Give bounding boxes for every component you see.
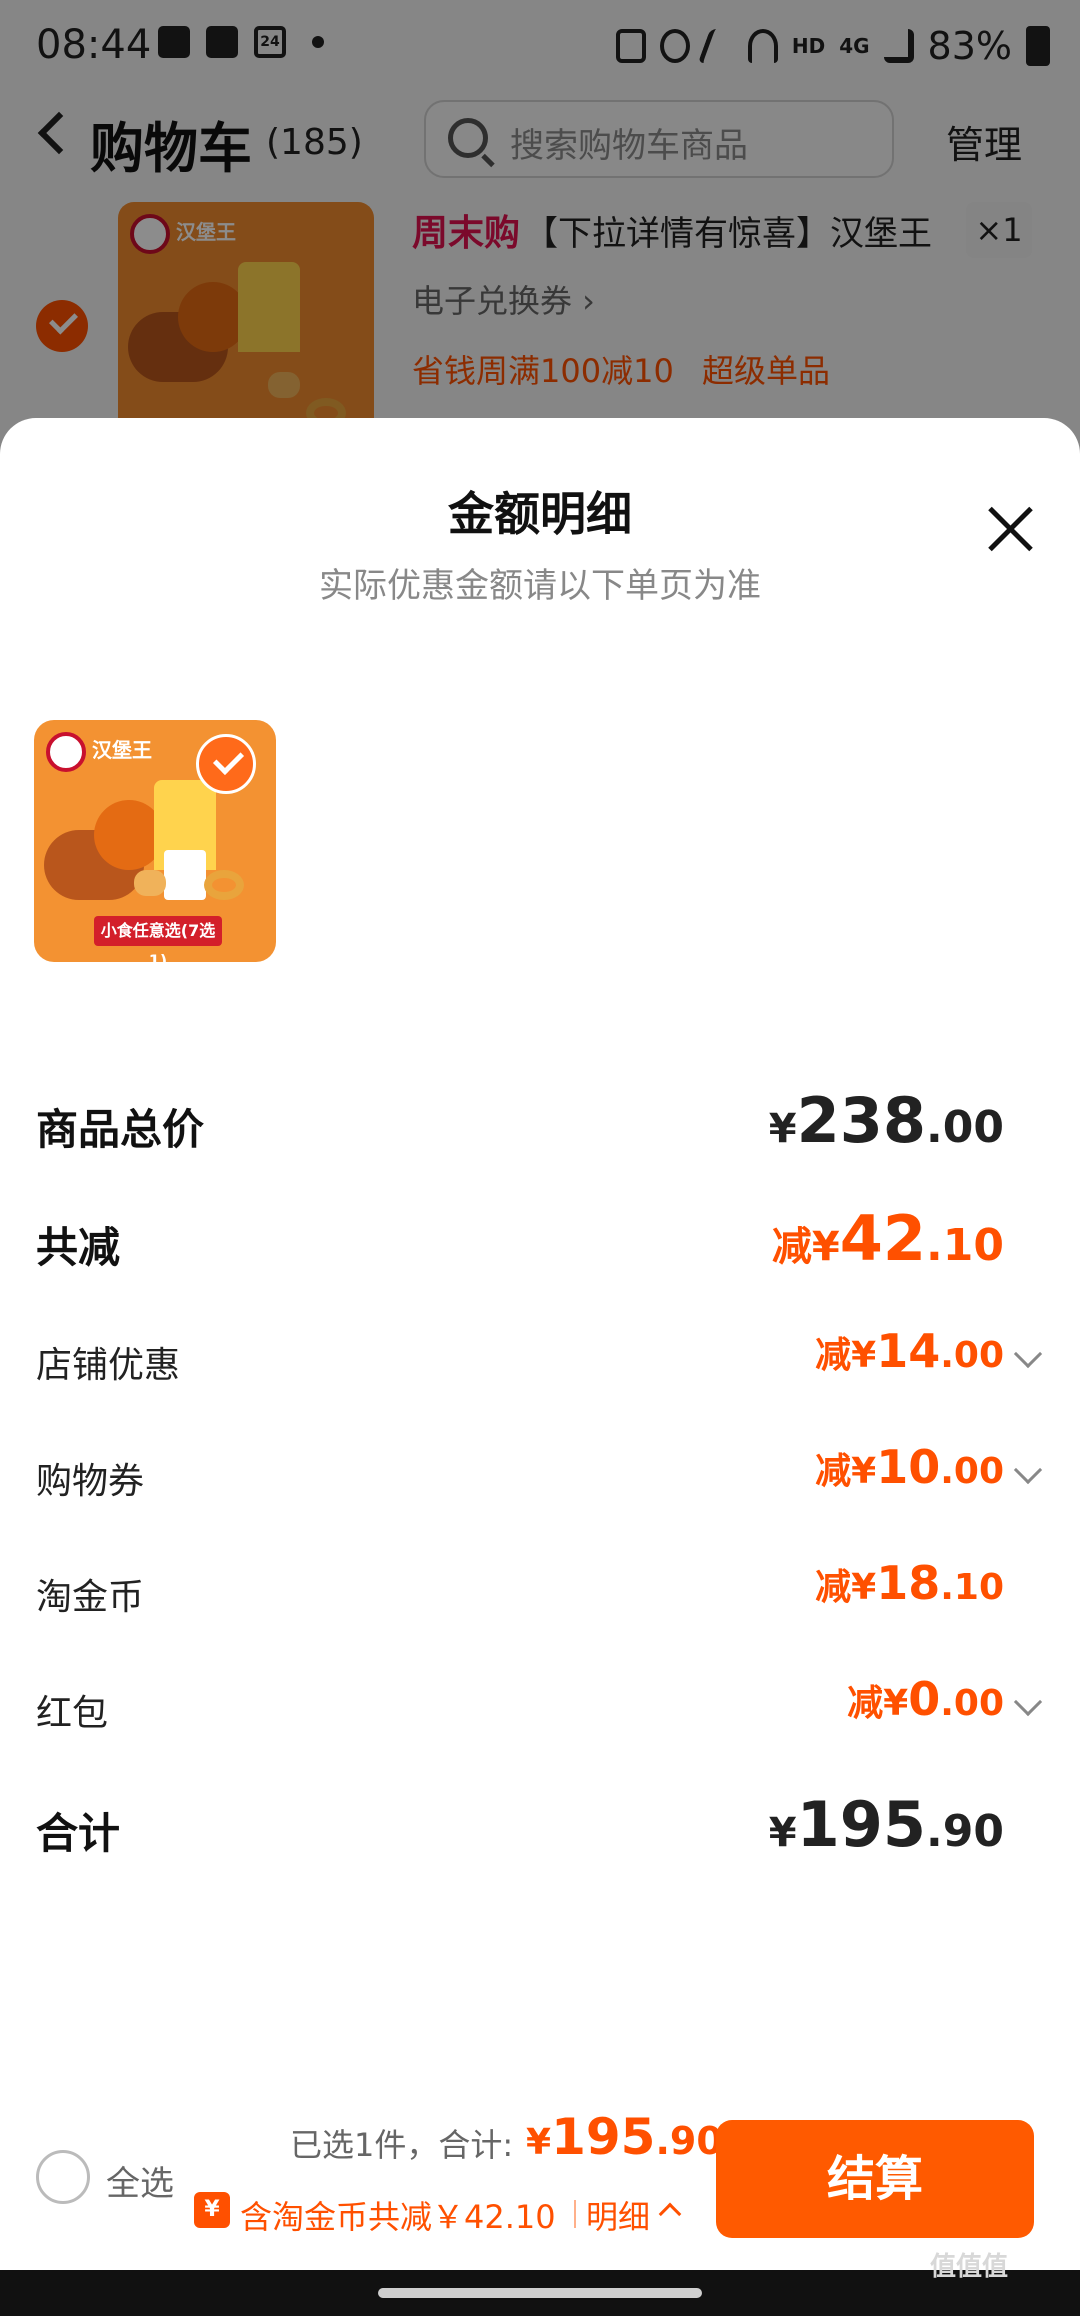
row-label: 商品总价 xyxy=(36,1105,205,1154)
row-gold-coin: 淘金币 减¥18.10 xyxy=(36,1556,1046,1636)
row-total: 合计 ¥195.90 xyxy=(36,1788,1046,1868)
home-indicator[interactable] xyxy=(378,2288,702,2298)
sheet-subtitle: 实际优惠金额请以下单页为准 xyxy=(319,566,761,606)
amount-integer: 238 xyxy=(796,1084,927,1157)
coin-discount-text: 含淘金币共减￥42.10 xyxy=(240,2198,556,2236)
chevron-down-icon[interactable] xyxy=(1013,1339,1043,1369)
fries-cup-icon xyxy=(164,850,206,900)
dim-overlay[interactable] xyxy=(0,0,1080,460)
amount-prefix: ¥ xyxy=(526,2122,552,2163)
watermark: 值值值 xyxy=(930,2252,1009,2282)
amount-decimal: .10 xyxy=(940,1567,1004,1608)
selected-summary: 已选1件，合计: xyxy=(290,2126,514,2164)
select-all-checkbox[interactable] xyxy=(36,2150,90,2204)
row-label: 店铺优惠 xyxy=(36,1345,181,1386)
amount-prefix: 减¥ xyxy=(815,1335,877,1376)
divider xyxy=(574,2200,576,2228)
amount-decimal: .90 xyxy=(655,2119,723,2163)
amount-decimal: .10 xyxy=(926,1220,1004,1271)
brand-logo-icon xyxy=(46,732,86,772)
row-red-packet[interactable]: 红包 减¥0.00 xyxy=(36,1672,1046,1752)
row-coupon[interactable]: 购物券 减¥10.00 xyxy=(36,1440,1046,1520)
row-amount: 减¥0.00 xyxy=(847,1672,1004,1726)
row-shop-discount[interactable]: 店铺优惠 减¥14.00 xyxy=(36,1324,1046,1404)
amount-prefix: 减¥ xyxy=(815,1567,877,1608)
amount-integer: 195 xyxy=(551,2108,656,2166)
amount-detail-sheet: 金额明细 实际优惠金额请以下单页为准 汉堡王 小食任意选(7选1) 商品总价 ¥… xyxy=(0,418,1080,2268)
coin-icon: ¥ xyxy=(194,2192,230,2228)
row-amount: 减¥18.10 xyxy=(815,1556,1004,1610)
row-amount: ¥195.90 xyxy=(769,1788,1004,1861)
amount-decimal: .00 xyxy=(926,1102,1004,1153)
selected-check-icon xyxy=(196,734,256,794)
select-all-label[interactable]: 全选 xyxy=(106,2156,174,2205)
amount-decimal: .00 xyxy=(940,1335,1004,1376)
row-label: 红包 xyxy=(36,1693,109,1734)
brand-name: 汉堡王 xyxy=(92,738,152,762)
row-label: 共减 xyxy=(36,1223,121,1272)
row-label: 淘金币 xyxy=(36,1577,145,1618)
amount-prefix: ¥ xyxy=(768,1810,797,1856)
amount-integer: 18 xyxy=(876,1556,941,1610)
row-amount: ¥238.00 xyxy=(769,1084,1004,1157)
row-amount: 减¥10.00 xyxy=(815,1440,1004,1494)
close-icon[interactable] xyxy=(986,504,1036,554)
system-nav-bar xyxy=(0,2270,1080,2316)
checkout-button[interactable]: 结算 xyxy=(716,2120,1034,2238)
product-label: 小食任意选(7选1) xyxy=(94,916,222,962)
row-label: 合计 xyxy=(36,1809,121,1858)
amount-decimal: .90 xyxy=(926,1806,1004,1857)
amount-decimal: .00 xyxy=(940,1451,1004,1492)
amount-integer: 14 xyxy=(876,1324,941,1378)
amount-prefix: 减¥ xyxy=(771,1224,840,1270)
chevron-up-icon[interactable] xyxy=(658,2202,682,2226)
row-subtotal: 商品总价 ¥238.00 xyxy=(36,1084,1046,1164)
detail-link[interactable]: 明细 xyxy=(586,2192,650,2238)
amount-integer: 0 xyxy=(908,1672,941,1726)
amount-prefix: 减¥ xyxy=(847,1683,909,1724)
row-amount: 减¥14.00 xyxy=(815,1324,1004,1378)
product-thumbnail: 汉堡王 小食任意选(7选1) xyxy=(34,720,276,962)
amount-prefix: 减¥ xyxy=(815,1451,877,1492)
chevron-down-icon[interactable] xyxy=(1013,1687,1043,1717)
total-amount: ¥195.90 xyxy=(526,2108,723,2166)
amount-decimal: .00 xyxy=(940,1683,1004,1724)
sheet-title: 金额明细 xyxy=(448,487,632,541)
chevron-down-icon[interactable] xyxy=(1013,1455,1043,1485)
row-total-discount: 共减 减¥42.10 xyxy=(36,1202,1046,1282)
amount-integer: 42 xyxy=(839,1202,927,1275)
amount-prefix: ¥ xyxy=(768,1106,797,1152)
row-label: 购物券 xyxy=(36,1461,145,1502)
row-amount: 减¥42.10 xyxy=(772,1202,1004,1275)
amount-integer: 195 xyxy=(796,1788,927,1861)
checkout-bar: 全选 已选1件，合计: ¥195.90 ¥ 含淘金币共减￥42.10 明细 结算 xyxy=(0,2100,1080,2270)
nugget-icon xyxy=(134,870,166,896)
amount-integer: 10 xyxy=(876,1440,941,1494)
onion-ring-icon xyxy=(204,870,244,900)
